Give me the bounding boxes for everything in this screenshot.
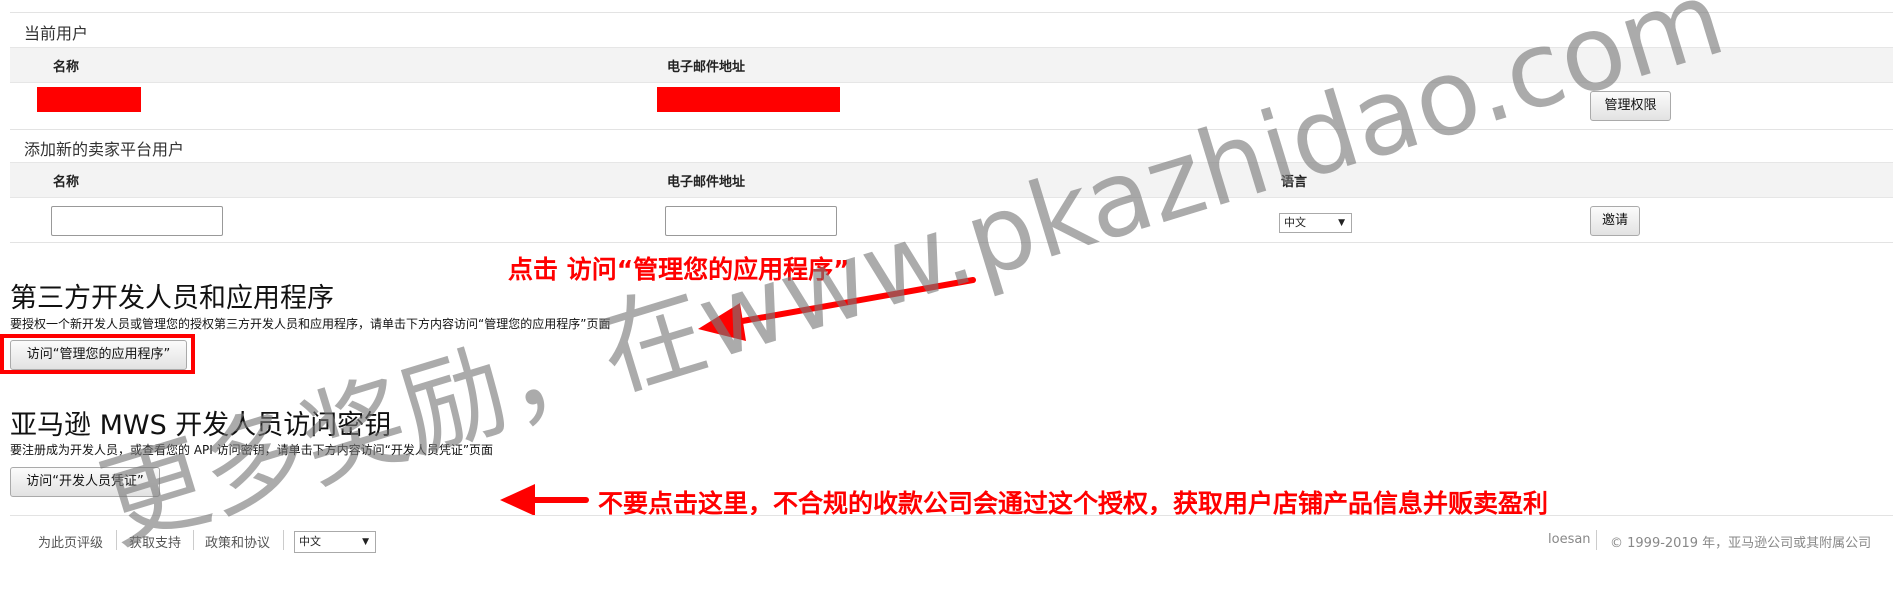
get-support-link[interactable]: 获取支持 [129, 532, 181, 551]
column-header-name: 名称 [53, 60, 80, 75]
top-divider [10, 12, 1893, 13]
footer-separator [193, 530, 194, 550]
redacted-user-email [657, 87, 840, 112]
footer-language-select[interactable]: 中文 ▼ [294, 531, 376, 553]
footer-language-value: 中文 [299, 535, 321, 548]
current-users-header-row: 名称 电子邮件地址 [10, 47, 1893, 83]
mws-description: 要注册成为开发人员，或查看您的 API 访问密钥，请单击下方内容访问“开发人员凭… [10, 443, 494, 457]
manage-your-apps-button[interactable]: 访问“管理您的应用程序” [10, 340, 187, 370]
column-header-language: 语言 [1281, 175, 1308, 190]
column-header-name: 名称 [53, 175, 80, 190]
footer-separator [1596, 530, 1597, 550]
divider [10, 129, 1893, 130]
current-users-title: 当前用户 [24, 24, 89, 43]
redacted-user-name [37, 87, 141, 112]
manage-permissions-button[interactable]: 管理权限 [1590, 91, 1671, 121]
language-select[interactable]: 中文 ▼ [1279, 213, 1352, 233]
arrow-to-apps-button-icon [698, 277, 976, 341]
footer-username: loesan [1548, 532, 1591, 547]
dropdown-arrow-icon: ▼ [1338, 218, 1345, 228]
language-select-value: 中文 [1284, 216, 1306, 229]
invite-button[interactable]: 邀请 [1590, 206, 1640, 236]
mws-heading: 亚马逊 MWS 开发人员访问密钥 [10, 410, 392, 441]
third-party-description: 要授权一个新开发人员或管理您的授权第三方开发人员和应用程序，请单击下方内容访问“… [10, 317, 611, 331]
footer-divider [10, 515, 1893, 516]
rate-page-link[interactable]: 为此页评级 [38, 532, 103, 551]
click-hint-annotation: 点击 访问“管理您的应用程序” [508, 255, 850, 284]
new-user-name-input[interactable] [51, 206, 223, 236]
divider [10, 242, 1893, 243]
arrow-to-credentials-button-icon [500, 484, 589, 516]
add-user-title: 添加新的卖家平台用户 [24, 140, 185, 159]
third-party-heading: 第三方开发人员和应用程序 [10, 283, 334, 314]
column-header-email: 电子邮件地址 [667, 175, 746, 190]
dropdown-arrow-icon: ▼ [362, 537, 369, 547]
footer-separator [283, 530, 284, 550]
new-user-email-input[interactable] [665, 206, 837, 236]
developer-credentials-button[interactable]: 访问“开发人员凭证” [10, 467, 160, 497]
footer-separator [116, 530, 117, 550]
copyright: © 1999-2019 年，亚马逊公司或其附属公司 [1610, 536, 1872, 551]
policies-link[interactable]: 政策和协议 [205, 532, 270, 551]
add-user-header-row: 名称 电子邮件地址 语言 [10, 162, 1893, 198]
column-header-email: 电子邮件地址 [667, 60, 746, 75]
